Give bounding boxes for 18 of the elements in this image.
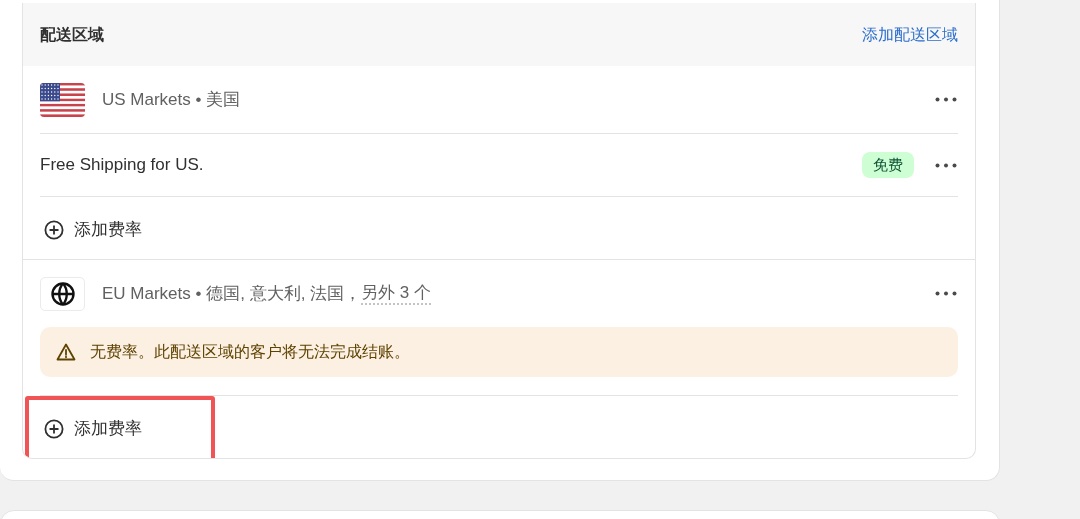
plus-circle-icon xyxy=(44,220,64,240)
add-zone-link[interactable]: 添加配送区域 xyxy=(862,22,958,47)
add-rate-button[interactable]: 添加费率 xyxy=(25,395,215,458)
zone-name: US Markets • 美国 xyxy=(102,88,241,111)
warning-text: 无费率。此配送区域的客户将无法完成结账。 xyxy=(90,342,410,362)
more-icon xyxy=(935,162,957,168)
more-icon xyxy=(935,291,957,296)
globe-icon xyxy=(50,281,75,306)
rate-badge: 免费 xyxy=(862,151,914,179)
rate-name: Free Shipping for US. xyxy=(40,154,204,177)
add-rate-button[interactable]: 添加费率 xyxy=(25,196,215,264)
zone-name: EU Markets • 德国, 意大利, 法国， xyxy=(102,282,362,305)
flag-icon xyxy=(40,82,85,117)
plus-circle-icon xyxy=(44,419,64,439)
warning-icon xyxy=(56,343,76,361)
more-regions-link[interactable]: 另外 3 个 xyxy=(361,282,431,305)
section-title: 配送区域 xyxy=(40,24,104,45)
more-icon xyxy=(935,97,957,102)
